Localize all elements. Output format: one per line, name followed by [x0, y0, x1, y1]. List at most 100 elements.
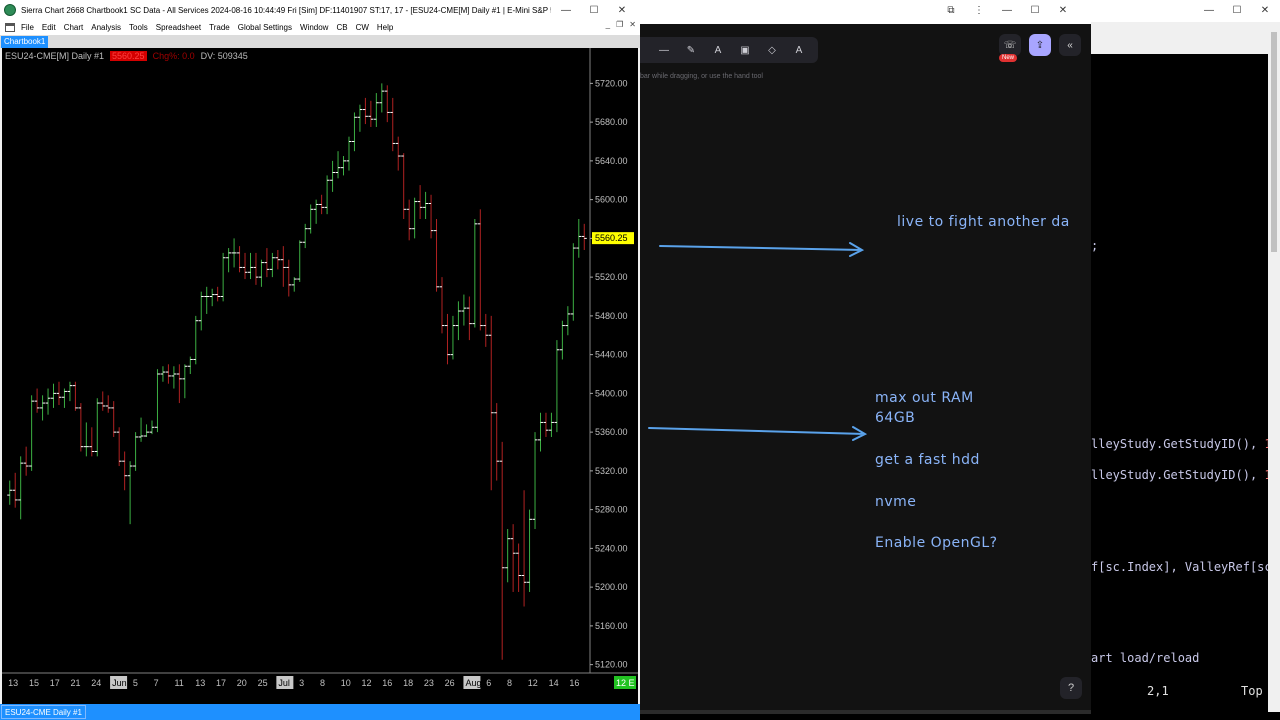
note-max-out-ram[interactable]: max out RAM — [875, 390, 974, 406]
whiteboard-canvas[interactable] — [640, 0, 1091, 714]
chart-tab-esu24[interactable]: ESU24-CME Daily #1 — [1, 705, 86, 719]
sierra-maximize-button[interactable]: ☐ — [580, 0, 608, 20]
menu-tools[interactable]: Tools — [129, 23, 148, 32]
chartbook-tabbar: Chartbook1 — [0, 35, 640, 48]
time-tick-label: Jul — [278, 678, 290, 688]
price-tick-label: 5360.00 — [595, 427, 628, 437]
note-fast-hdd[interactable]: get a fast hdd — [875, 452, 980, 468]
menu-trade[interactable]: Trade — [209, 23, 230, 32]
time-tick-label: 12 — [528, 678, 538, 688]
menu-file[interactable]: File — [21, 23, 34, 32]
price-tick-label: 5240.00 — [595, 543, 628, 553]
code-text: f[sc.Index], ValleyRef[sc.I — [1091, 560, 1280, 574]
chart-symbol: ESU24-CME[M] Daily #1 — [5, 51, 105, 61]
price-chart[interactable]: 5720.005680.005640.005600.005560.005520.… — [2, 48, 638, 704]
time-tick-label: 20 — [237, 678, 247, 688]
menu-help[interactable]: Help — [377, 23, 393, 32]
tab-chartbook1[interactable]: Chartbook1 — [1, 36, 49, 48]
menu-chart[interactable]: Chart — [64, 23, 84, 32]
time-tick-label: 15 — [29, 678, 39, 688]
ohlc-chart-svg: 5720.005680.005640.005600.005560.005520.… — [2, 48, 638, 689]
sierra-chart-window: Sierra Chart 2668 Chartbook1 SC Data - A… — [0, 0, 640, 720]
price-tick-label: 5480.00 — [595, 311, 628, 321]
last-price-badge: 5560.25 — [110, 51, 147, 61]
editor-maximize-button[interactable]: ☐ — [1223, 0, 1251, 20]
price-tick-label: 5720.00 — [595, 78, 628, 88]
code-text: lleyStudy.GetStudyID(), — [1091, 437, 1265, 451]
menu-global-settings[interactable]: Global Settings — [238, 23, 292, 32]
time-tick-label: 3 — [299, 678, 304, 688]
note-nvme[interactable]: nvme — [875, 494, 916, 510]
chart-header: ESU24-CME[M] Daily #1 5560.25 Chg%: 0.0 … — [5, 51, 248, 61]
whiteboard-window: ⧉ ⋮ — ☐ ✕ — ✎ A ▣ ◇ A bar while dragging… — [640, 0, 1091, 714]
arrow-to-ram-note — [648, 426, 868, 441]
chartbook-window-controls: _ ❐ ✕ — [606, 20, 636, 29]
editor-titlebar: — ☐ ✕ — [1091, 0, 1280, 22]
menu-edit[interactable]: Edit — [42, 23, 56, 32]
time-tick-label: 16 — [382, 678, 392, 688]
sierra-close-button[interactable]: ✕ — [608, 0, 636, 20]
time-tick-label: 13 — [195, 678, 205, 688]
code-line-2[interactable]: lleyStudy.GetStudyID(), 18, — [1091, 437, 1280, 451]
help-icon[interactable]: ? — [1060, 677, 1082, 699]
time-tick-label: Aug — [465, 678, 481, 688]
time-tick-label: 21 — [71, 678, 81, 688]
time-tick-label: 16 — [569, 678, 579, 688]
time-tick-label: 26 — [445, 678, 455, 688]
menu-analysis[interactable]: Analysis — [91, 23, 121, 32]
price-tick-label: 5680.00 — [595, 117, 628, 127]
time-tick-label: 8 — [320, 678, 325, 688]
code-line-3[interactable]: lleyStudy.GetStudyID(), 19, — [1091, 468, 1280, 482]
code-editor-window: — ☐ ✕ ; lleyStudy.GetStudyID(), 18, lley… — [1091, 0, 1280, 720]
price-tick-label: 5160.00 — [595, 621, 628, 631]
time-cursor-label: 12 E — [616, 678, 635, 688]
editor-close-button[interactable]: ✕ — [1251, 0, 1279, 20]
code-text: ; — [1091, 239, 1099, 253]
time-tick-label: 18 — [403, 678, 413, 688]
price-tick-label: 5280.00 — [595, 505, 628, 515]
time-tick-label: 7 — [154, 678, 159, 688]
time-tick-label: 12 — [362, 678, 372, 688]
time-tick-label: 24 — [91, 678, 101, 688]
daily-volume: DV: 509345 — [200, 51, 248, 61]
price-tick-label: 5520.00 — [595, 272, 628, 282]
editor-toolbar-area — [1091, 22, 1280, 54]
sierra-titlebar: Sierra Chart 2668 Chartbook1 SC Data - A… — [0, 0, 640, 20]
time-tick-label: 14 — [549, 678, 559, 688]
cursor-position: 2,1 — [1147, 684, 1169, 698]
chartbook-close-button[interactable]: ✕ — [629, 20, 636, 29]
note-64gb[interactable]: 64GB — [875, 410, 915, 426]
price-tick-label: 5600.00 — [595, 195, 628, 205]
menu-spreadsheet[interactable]: Spreadsheet — [156, 23, 201, 32]
chartbook-restore-button[interactable]: ❐ — [616, 20, 623, 29]
time-tick-label: 11 — [174, 678, 183, 688]
menu-cb[interactable]: CB — [336, 23, 347, 32]
code-line-5[interactable]: art load/reload — [1091, 651, 1199, 665]
price-tick-label: 5320.00 — [595, 466, 628, 476]
editor-minimize-button[interactable]: — — [1195, 0, 1223, 20]
last-price-label: 5560.25 — [595, 233, 628, 243]
sierra-minimize-button[interactable]: — — [552, 0, 580, 20]
editor-vertical-scrollbar[interactable] — [1268, 22, 1280, 712]
code-line-1[interactable]: ; — [1091, 239, 1098, 253]
scroll-position: Top — [1241, 684, 1263, 698]
code-text: art load/reload — [1091, 651, 1200, 665]
code-text: lleyStudy.GetStudyID(), — [1091, 468, 1265, 482]
change-percent: Chg%: 0.0 — [152, 51, 195, 61]
note-enable-opengl[interactable]: Enable OpenGL? — [875, 535, 998, 551]
time-tick-label: 5 — [133, 678, 138, 688]
code-line-4[interactable]: f[sc.Index], ValleyRef[sc.I — [1091, 560, 1280, 574]
whiteboard-horizontal-scrollbar[interactable] — [640, 710, 1091, 714]
time-tick-label: 25 — [258, 678, 268, 688]
price-tick-label: 5120.00 — [595, 660, 628, 670]
time-tick-label: 6 — [486, 678, 491, 688]
editor-scroll-thumb[interactable] — [1271, 32, 1277, 252]
chartbook-minimize-button[interactable]: _ — [606, 20, 610, 29]
menu-window[interactable]: Window — [300, 23, 328, 32]
note-live-to-fight[interactable]: live to fight another da — [897, 214, 1070, 230]
menu-cw[interactable]: CW — [356, 23, 369, 32]
price-tick-label: 5200.00 — [595, 582, 628, 592]
sierra-system-menu-icon[interactable] — [5, 23, 15, 32]
price-tick-label: 5440.00 — [595, 350, 628, 360]
time-tick-label: 10 — [341, 678, 351, 688]
